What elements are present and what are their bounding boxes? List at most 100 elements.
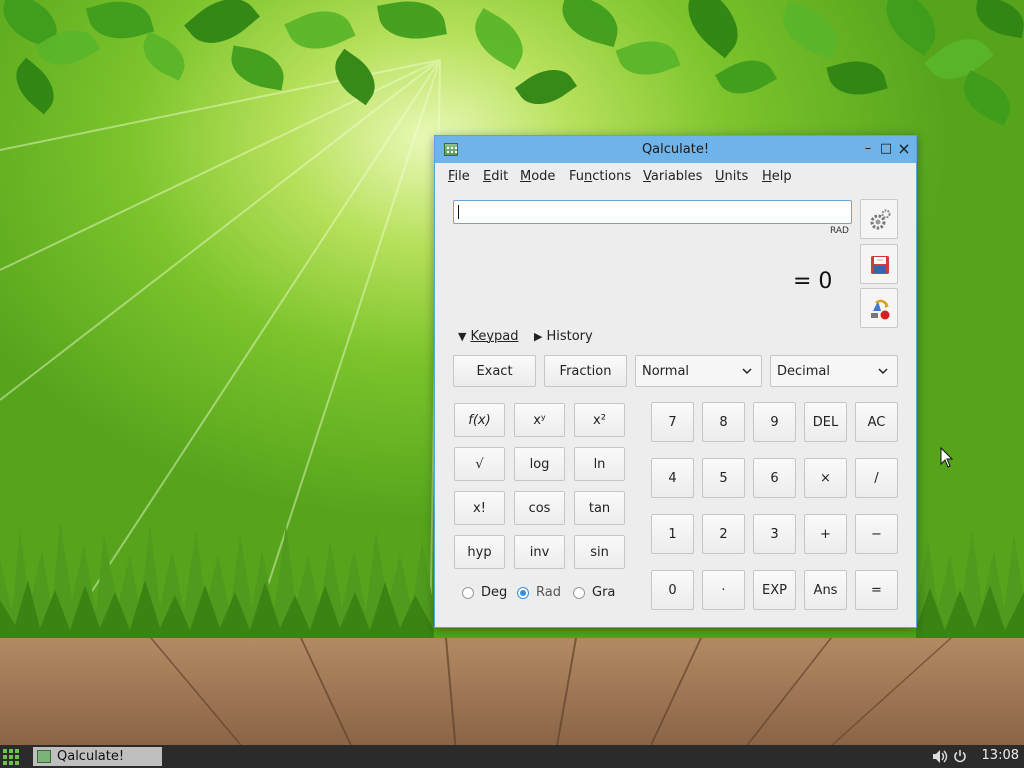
menu-help[interactable]: Help [762, 169, 792, 184]
key-ac[interactable]: AC [855, 402, 898, 442]
key-label: Ans [813, 582, 838, 598]
exact-button[interactable]: Exact [453, 355, 536, 387]
menu-mode[interactable]: Mode [520, 169, 555, 184]
maximize-button[interactable]: □ [879, 142, 893, 156]
key-fx[interactable]: f(x) [454, 403, 505, 437]
key-label: cos [528, 500, 551, 516]
key-label: − [871, 526, 882, 542]
key-label: EXP [762, 582, 787, 598]
key-8[interactable]: 8 [702, 402, 745, 442]
key-0[interactable]: 0 [651, 570, 694, 610]
chevron-down-icon [742, 368, 752, 375]
power-icon[interactable] [953, 749, 967, 768]
key-label: 8 [719, 414, 728, 430]
key-label: 6 [770, 470, 779, 486]
key-x![interactable]: x! [454, 491, 505, 525]
key-equals[interactable]: = [855, 570, 898, 610]
taskbar: Qalculate! 13:08 [0, 745, 1024, 768]
key-log[interactable]: log [514, 447, 565, 481]
radio-gra-label: Gra [592, 585, 616, 600]
key-label: × [820, 470, 831, 486]
key-decimal-point[interactable]: · [702, 570, 745, 610]
number-format-value: Normal [642, 363, 690, 379]
window-titlebar[interactable]: Qalculate! – □ × [435, 136, 916, 163]
taskbar-window-button[interactable]: Qalculate! [33, 747, 162, 766]
preferences-button[interactable] [860, 199, 898, 239]
key-label: · [721, 582, 726, 598]
key-7[interactable]: 7 [651, 402, 694, 442]
key-label: / [874, 470, 879, 486]
app-menu-icon[interactable] [3, 749, 19, 765]
key-label: DEL [812, 414, 839, 430]
text-caret [458, 205, 459, 219]
key-sqrt[interactable]: √ [454, 447, 505, 481]
key-power[interactable]: xʸ [514, 403, 565, 437]
key-label: ln [593, 456, 606, 472]
key-label: = [871, 582, 882, 598]
key-label: 7 [668, 414, 677, 430]
menu-edit[interactable]: Edit [483, 169, 508, 184]
convert-units-button[interactable] [860, 288, 898, 328]
radio-deg[interactable]: Deg [462, 585, 507, 600]
minimize-icon: – [864, 141, 872, 156]
key-label: 4 [668, 470, 677, 486]
key-inv[interactable]: inv [514, 535, 565, 569]
history-expander-label: History [546, 329, 593, 344]
number-base-dropdown[interactable]: Decimal [770, 355, 898, 387]
menu-functions[interactable]: Functions [569, 169, 631, 184]
keypad-expander-label: Keypad [470, 329, 519, 344]
minimize-button[interactable]: – [861, 142, 875, 156]
key-label: f(x) [468, 412, 491, 428]
key-ans[interactable]: Ans [804, 570, 847, 610]
mouse-pointer-icon [940, 447, 954, 468]
calculator-app-icon [37, 750, 51, 763]
key-ln[interactable]: ln [574, 447, 625, 481]
radio-rad-label: Rad [536, 585, 561, 600]
key-1[interactable]: 1 [651, 514, 694, 554]
key-3[interactable]: 3 [753, 514, 796, 554]
key-divide[interactable]: / [855, 458, 898, 498]
expression-input[interactable] [453, 200, 852, 224]
key-label: 0 [668, 582, 677, 598]
key-sin[interactable]: sin [574, 535, 625, 569]
key-9[interactable]: 9 [753, 402, 796, 442]
qalculate-window: Qalculate! – □ × File Edit Mode Function… [434, 135, 917, 628]
chevron-down-icon [878, 368, 888, 375]
key-hyp[interactable]: hyp [454, 535, 505, 569]
keypad-expander[interactable]: ▼ Keypad [458, 329, 519, 344]
number-format-dropdown[interactable]: Normal [635, 355, 762, 387]
history-expander[interactable]: ▶ History [534, 329, 593, 344]
key-del[interactable]: DEL [804, 402, 847, 442]
key-multiply[interactable]: × [804, 458, 847, 498]
key-tan[interactable]: tan [574, 491, 625, 525]
key-2[interactable]: 2 [702, 514, 745, 554]
radio-rad-indicator [517, 586, 529, 599]
save-button[interactable] [860, 244, 898, 284]
key-label: √ [475, 456, 484, 472]
key-square[interactable]: x² [574, 403, 625, 437]
fraction-button-label: Fraction [559, 363, 612, 379]
key-plus[interactable]: + [804, 514, 847, 554]
key-label: hyp [467, 544, 492, 560]
key-label: 9 [770, 414, 779, 430]
close-button[interactable]: × [897, 139, 911, 158]
key-minus[interactable]: − [855, 514, 898, 554]
convert-units-icon [871, 299, 890, 320]
menu-units[interactable]: Units [715, 169, 748, 184]
key-exp[interactable]: EXP [753, 570, 796, 610]
key-cos[interactable]: cos [514, 491, 565, 525]
taskbar-window-label: Qalculate! [57, 749, 125, 764]
radio-deg-label: Deg [481, 585, 508, 600]
key-5[interactable]: 5 [702, 458, 745, 498]
radio-rad[interactable]: Rad [517, 585, 561, 600]
close-icon: × [897, 139, 911, 158]
fraction-button[interactable]: Fraction [544, 355, 627, 387]
menu-variables[interactable]: Variables [643, 169, 702, 184]
radio-gra[interactable]: Gra [573, 585, 615, 600]
volume-icon[interactable] [932, 749, 948, 768]
taskbar-clock[interactable]: 13:08 [982, 748, 1019, 763]
key-4[interactable]: 4 [651, 458, 694, 498]
menu-file[interactable]: File [448, 169, 470, 184]
key-6[interactable]: 6 [753, 458, 796, 498]
key-label: x! [473, 500, 486, 516]
